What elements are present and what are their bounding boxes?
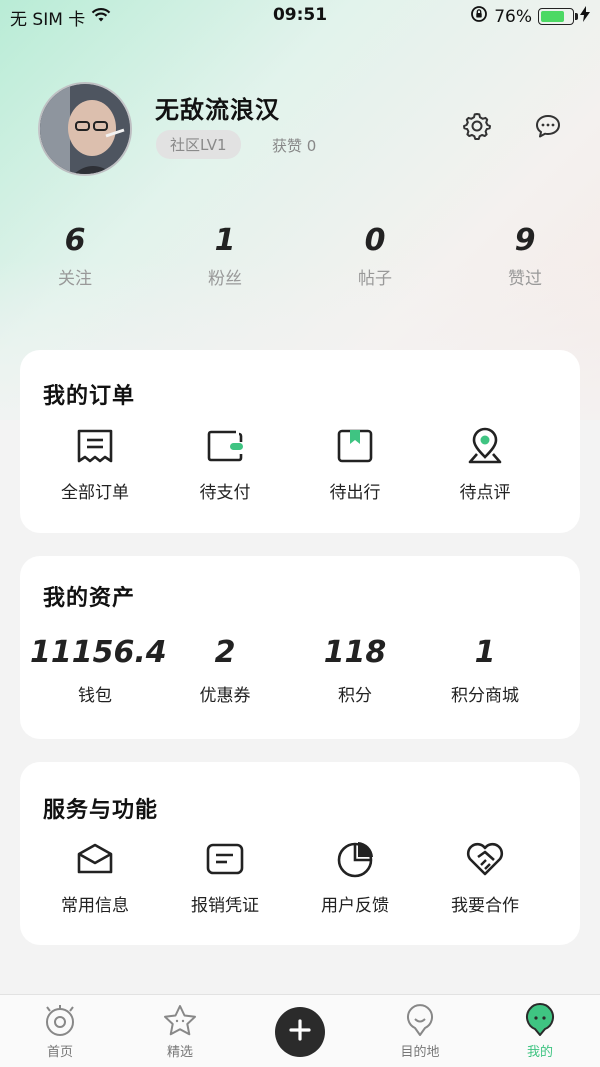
service-common-info-button[interactable]: 常用信息 — [30, 841, 160, 916]
order-item-label: 待支付 — [199, 483, 251, 503]
orders-title: 我的订单 — [43, 384, 136, 409]
stat-label: 赞过 — [508, 269, 542, 289]
tab-label: 目的地 — [400, 1045, 440, 1060]
order-unpaid-button[interactable]: 待支付 — [160, 428, 290, 503]
location-pin-icon — [466, 427, 504, 469]
status-right: 76% — [470, 5, 590, 28]
battery-level — [541, 11, 564, 22]
order-item-label: 待出行 — [329, 483, 381, 503]
handshake-heart-icon — [464, 840, 506, 882]
services-row: 常用信息 报销凭证 用户反馈 我要合作 — [30, 841, 570, 916]
bookmark-icon — [336, 428, 374, 468]
tab-bar: 首页 精选 目的地 我的 — [0, 994, 600, 1067]
battery-icon — [538, 8, 578, 25]
asset-value: 118 — [323, 635, 387, 670]
order-item-label: 待点评 — [459, 483, 511, 503]
asset-coupons[interactable]: 2 优惠券 — [160, 633, 290, 706]
stat-label: 帖子 — [358, 269, 392, 289]
tab-create[interactable] — [240, 995, 360, 1067]
order-item-label: 全部订单 — [61, 483, 129, 503]
level-badge[interactable]: 社区LV1 — [156, 130, 241, 159]
charging-icon — [580, 6, 590, 27]
stat-label: 粉丝 — [208, 269, 242, 289]
service-item-label: 常用信息 — [61, 896, 129, 916]
stat-followers[interactable]: 1 粉丝 — [150, 222, 300, 289]
status-bar: 无 SIM 卡 09:51 76% — [0, 0, 600, 32]
service-cooperation-button[interactable]: 我要合作 — [420, 841, 550, 916]
services-card: 服务与功能 常用信息 报销凭证 用户反馈 我要合作 — [20, 762, 580, 945]
service-feedback-button[interactable]: 用户反馈 — [290, 841, 420, 916]
profile-avatar-wrap[interactable] — [38, 82, 132, 176]
asset-label: 优惠券 — [199, 686, 251, 706]
tab-mine[interactable]: 我的 — [480, 995, 600, 1067]
services-title: 服务与功能 — [43, 798, 159, 823]
tab-home[interactable]: 首页 — [0, 995, 120, 1067]
orders-row: 全部订单 待支付 待出行 待点评 — [30, 427, 570, 503]
messages-button[interactable] — [532, 112, 564, 144]
receipt-icon — [76, 428, 114, 468]
envelope-icon — [75, 842, 115, 880]
create-post-button[interactable] — [275, 1007, 325, 1057]
stat-value: 0 — [364, 223, 386, 258]
asset-label: 钱包 — [78, 686, 112, 706]
asset-value: 11156.4 — [30, 635, 167, 670]
stat-following[interactable]: 6 关注 — [0, 222, 150, 289]
star-icon — [163, 1004, 197, 1040]
stat-value: 1 — [214, 223, 236, 258]
rotation-lock-icon — [470, 5, 488, 28]
stat-label: 关注 — [58, 269, 92, 289]
tab-label: 首页 — [46, 1045, 73, 1060]
tab-label: 精选 — [166, 1045, 193, 1060]
tab-featured[interactable]: 精选 — [120, 995, 240, 1067]
smile-pin-icon — [403, 1003, 437, 1041]
avatar[interactable] — [38, 82, 132, 176]
pie-chart-icon — [335, 839, 375, 883]
order-review-button[interactable]: 待点评 — [420, 427, 550, 503]
asset-points[interactable]: 118 积分 — [290, 633, 420, 706]
orders-card: 我的订单 全部订单 待支付 待出行 待点评 — [20, 350, 580, 533]
asset-value: 1 — [474, 635, 496, 670]
asset-value: 2 — [214, 635, 236, 670]
settings-button[interactable] — [461, 112, 493, 144]
profile-face-icon — [523, 1003, 557, 1041]
service-item-label: 我要合作 — [451, 896, 519, 916]
tab-label: 我的 — [526, 1045, 553, 1060]
avatar-photo — [40, 84, 130, 174]
battery-cap — [575, 13, 578, 20]
assets-title: 我的资产 — [43, 586, 136, 611]
username[interactable]: 无敌流浪汉 — [155, 90, 280, 125]
service-item-label: 用户反馈 — [321, 896, 389, 916]
asset-label: 积分商城 — [451, 686, 519, 706]
gear-icon — [462, 111, 492, 145]
stat-posts[interactable]: 0 帖子 — [300, 222, 450, 289]
asset-wallet[interactable]: 11156.4 钱包 — [30, 633, 167, 706]
stat-value: 6 — [64, 223, 86, 258]
service-reimbursement-button[interactable]: 报销凭证 — [160, 841, 290, 916]
chat-bubble-icon — [534, 113, 562, 143]
assets-card: 我的资产 11156.4 钱包 2 优惠券 118 积分 1 积分商城 — [20, 556, 580, 739]
plus-icon — [289, 1019, 311, 1045]
asset-label: 积分 — [338, 686, 372, 706]
order-all-button[interactable]: 全部订单 — [30, 428, 160, 503]
tab-destination[interactable]: 目的地 — [360, 995, 480, 1067]
eye-icon — [43, 1004, 77, 1040]
wallet-icon — [206, 428, 244, 468]
stat-liked[interactable]: 9 赞过 — [450, 222, 600, 289]
stat-value: 9 — [514, 223, 536, 258]
service-item-label: 报销凭证 — [191, 896, 259, 916]
asset-points-mall[interactable]: 1 积分商城 — [420, 633, 550, 706]
assets-row: 11156.4 钱包 2 优惠券 118 积分 1 积分商城 — [30, 633, 570, 706]
order-upcoming-button[interactable]: 待出行 — [290, 428, 420, 503]
battery-percent: 76% — [494, 6, 532, 27]
profile-stats: 6 关注 1 粉丝 0 帖子 9 赞过 — [0, 222, 600, 289]
voucher-icon — [205, 842, 245, 880]
likes-count: 获赞 0 — [272, 137, 317, 155]
